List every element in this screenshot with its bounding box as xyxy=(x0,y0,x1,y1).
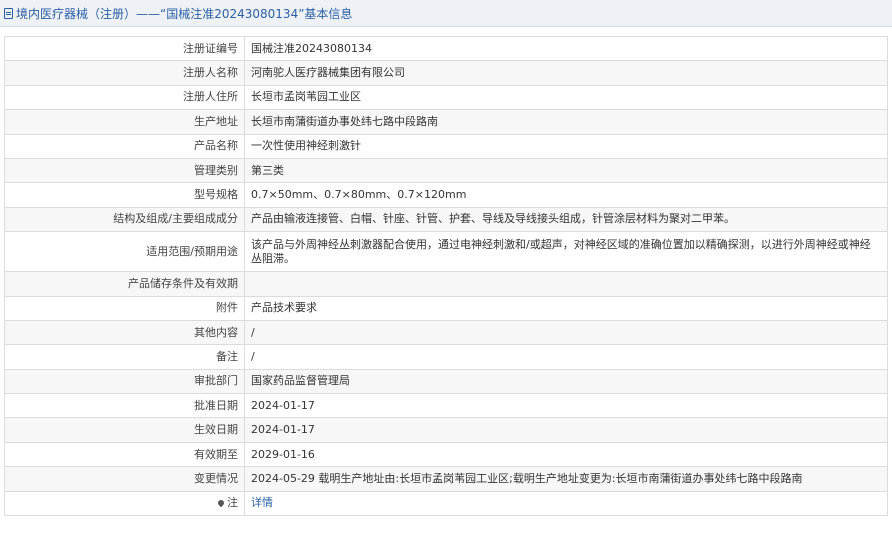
table-row: 适用范围/预期用途 该产品与外周神经丛刺激器配合使用，通过电神经刺激和/或超声，对… xyxy=(4,231,888,273)
note-value-cell: 详情 xyxy=(244,490,888,517)
row-label: 注册人住所 xyxy=(4,84,245,111)
pin-icon xyxy=(216,499,226,508)
row-value: 2024-01-17 xyxy=(244,393,888,419)
row-label: 附件 xyxy=(4,295,245,321)
row-label: 型号规格 xyxy=(4,182,245,208)
row-value: 产品技术要求 xyxy=(244,295,888,321)
row-label: 管理类别 xyxy=(4,157,245,184)
row-label: 备注 xyxy=(4,344,245,370)
row-value: 长垣市孟岗苇园工业区 xyxy=(244,84,888,111)
details-link[interactable]: 详情 xyxy=(251,496,273,509)
info-table: 注册证编号 国械注准20243080134 注册人名称 河南驼人医疗器械集团有限公司… xyxy=(4,35,888,517)
row-value: / xyxy=(244,319,888,346)
row-label: 产品名称 xyxy=(4,133,245,159)
row-value: 2024-05-29 载明生产地址由:长垣市孟岗苇园工业区;载明生产地址变更为:… xyxy=(244,466,888,492)
row-value: 河南驼人医疗器械集团有限公司 xyxy=(244,60,888,86)
table-row: 产品名称 一次性使用神经刺激针 xyxy=(4,133,888,159)
row-value: / xyxy=(244,344,888,370)
row-label: 适用范围/预期用途 xyxy=(4,231,245,273)
row-label: 审批部门 xyxy=(4,368,245,395)
row-value: 国家药品监督管理局 xyxy=(244,368,888,395)
row-value: 2024-01-17 xyxy=(244,417,888,443)
row-value: 第三类 xyxy=(244,157,888,184)
row-label: 批准日期 xyxy=(4,393,245,419)
note-label: 注 xyxy=(227,496,238,510)
note-row: 注 详情 xyxy=(4,490,888,517)
table-row: 生效日期 2024-01-17 xyxy=(4,417,888,443)
table-row: 附件 产品技术要求 xyxy=(4,295,888,321)
table-row: 审批部门 国家药品监督管理局 xyxy=(4,368,888,395)
table-row: 注册证编号 国械注准20243080134 xyxy=(4,35,888,62)
row-label: 有效期至 xyxy=(4,441,245,468)
row-value: 产品由输液连接管、白帽、针座、针管、护套、导线及导线接头组成，针管涂层材料为聚对… xyxy=(244,206,888,233)
row-label: 注册证编号 xyxy=(4,35,245,62)
table-row: 注册人住所 长垣市孟岗苇园工业区 xyxy=(4,84,888,111)
table-row: 型号规格 0.7×50mm、0.7×80mm、0.7×120mm xyxy=(4,182,888,208)
row-label: 生产地址 xyxy=(4,109,245,135)
note-label-cell: 注 xyxy=(4,490,245,517)
page-header: 境内医疗器械（注册）——“国械注准20243080134”基本信息 xyxy=(0,0,892,27)
table-row: 备注 / xyxy=(4,344,888,370)
table-row: 生产地址 长垣市南蒲街道办事处纬七路中段路南 xyxy=(4,109,888,135)
table-row: 注册人名称 河南驼人医疗器械集团有限公司 xyxy=(4,60,888,86)
row-value: 长垣市南蒲街道办事处纬七路中段路南 xyxy=(244,109,888,135)
row-label: 注册人名称 xyxy=(4,60,245,86)
row-label: 结构及组成/主要组成成分 xyxy=(4,206,245,233)
row-value: 该产品与外周神经丛刺激器配合使用，通过电神经刺激和/或超声，对神经区域的准确位置… xyxy=(244,231,888,273)
table-row: 变更情况 2024-05-29 载明生产地址由:长垣市孟岗苇园工业区;载明生产地址… xyxy=(4,466,888,492)
table-row: 结构及组成/主要组成成分 产品由输液连接管、白帽、针座、针管、护套、导线及导线接头… xyxy=(4,206,888,233)
row-value: 一次性使用神经刺激针 xyxy=(244,133,888,159)
table-row: 其他内容 / xyxy=(4,319,888,346)
row-value: 2029-01-16 xyxy=(244,441,888,468)
table-row: 产品储存条件及有效期 xyxy=(4,271,888,297)
row-label: 生效日期 xyxy=(4,417,245,443)
row-value: 国械注准20243080134 xyxy=(244,35,888,62)
table-row: 批准日期 2024-01-17 xyxy=(4,393,888,419)
row-label: 变更情况 xyxy=(4,466,245,492)
row-value xyxy=(244,271,888,297)
table-row: 管理类别 第三类 xyxy=(4,157,888,184)
row-value: 0.7×50mm、0.7×80mm、0.7×120mm xyxy=(244,182,888,208)
document-icon xyxy=(4,7,13,19)
row-label: 产品储存条件及有效期 xyxy=(4,271,245,297)
table-row: 有效期至 2029-01-16 xyxy=(4,441,888,468)
page-title: 境内医疗器械（注册）——“国械注准20243080134”基本信息 xyxy=(16,6,353,21)
row-label: 其他内容 xyxy=(4,319,245,346)
